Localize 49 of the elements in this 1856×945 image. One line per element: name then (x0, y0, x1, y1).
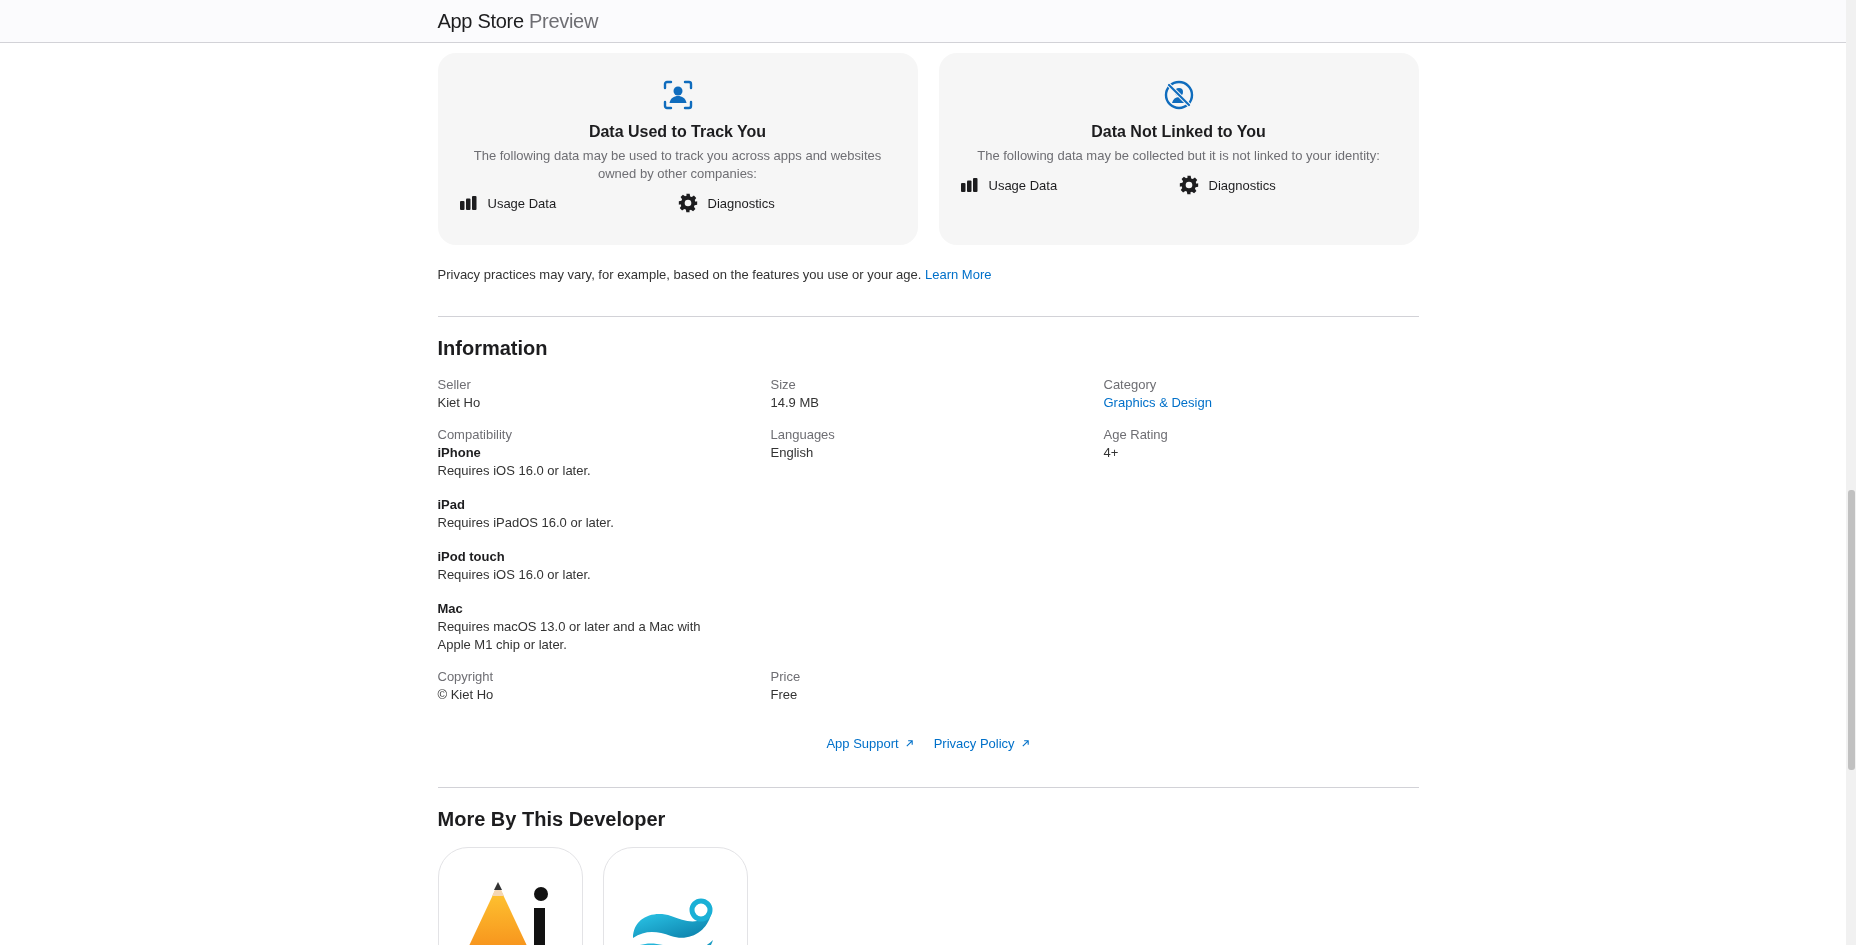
field-value: 4+ (1103, 444, 1120, 462)
card-title: Data Not Linked to You (1091, 123, 1266, 141)
field-value: Free (770, 686, 799, 704)
field-label: Category (1103, 376, 1158, 394)
person-frame-icon (661, 79, 694, 111)
privacy-note: Privacy practices may vary, for example, based on the features you use or your age. Learn More (437, 267, 993, 282)
device-requirement: Requires iOS 16.0 or later. (437, 462, 592, 480)
field-label: Seller (437, 376, 472, 394)
field-value: 14.9 MB (770, 394, 820, 412)
external-link[interactable]: Privacy Policy (933, 736, 1030, 751)
data-type-label: Usage Data (487, 195, 557, 211)
device-name: iPhone (437, 444, 482, 462)
data-type-label: Diagnostics (707, 195, 775, 211)
field-label: Price (770, 668, 802, 686)
data-type-label: Diagnostics (1208, 177, 1276, 193)
gear-icon (1178, 175, 1199, 195)
arrow-icon (1020, 739, 1030, 748)
arrow-icon (904, 739, 914, 748)
field-label: Age Rating (1103, 426, 1169, 444)
section-heading: More By This Developer (437, 808, 667, 831)
card-description: The following data may be collected but it is not linked to your identity: (977, 147, 1380, 165)
bar-chart-icon (459, 196, 478, 210)
field-value: English (770, 444, 815, 462)
data-type-label: Usage Data (988, 177, 1058, 193)
category-link[interactable]: Graphics & Design (1103, 394, 1419, 412)
field-value: Kiet Ho (437, 394, 482, 412)
field-value: © Kiet Ho (437, 686, 495, 704)
brand-title[interactable]: App Store Preview (437, 9, 599, 32)
field-label: Compatibility (437, 426, 513, 444)
learn-more-link[interactable]: Learn More (925, 267, 992, 282)
device-name: Mac (437, 600, 464, 618)
section-heading: Information (437, 337, 549, 360)
field-label: Copyright (437, 668, 495, 686)
card-title: Data Used to Track You (588, 123, 767, 141)
device-requirement: Requires iOS 16.0 or later. (437, 566, 592, 584)
card-description: The following data may be used to track you across apps and websites owned by other companies: (472, 147, 883, 183)
bar-chart-icon (960, 178, 979, 192)
pencil-icon (468, 882, 548, 945)
wave-icon (631, 898, 715, 945)
gear-icon (677, 193, 698, 213)
field-label: Languages (770, 426, 836, 444)
external-link[interactable]: App Support (826, 736, 914, 751)
device-name: iPad (437, 496, 466, 514)
scrollbar[interactable] (1846, 0, 1856, 945)
device-requirement: Requires macOS 13.0 or later and a Mac with Apple M1 chip or later. (437, 618, 702, 654)
person-crossed-icon (1162, 79, 1195, 111)
device-name: iPod touch (437, 548, 506, 566)
device-requirement: Requires iPadOS 16.0 or later. (437, 514, 615, 532)
field-label: Size (770, 376, 797, 394)
